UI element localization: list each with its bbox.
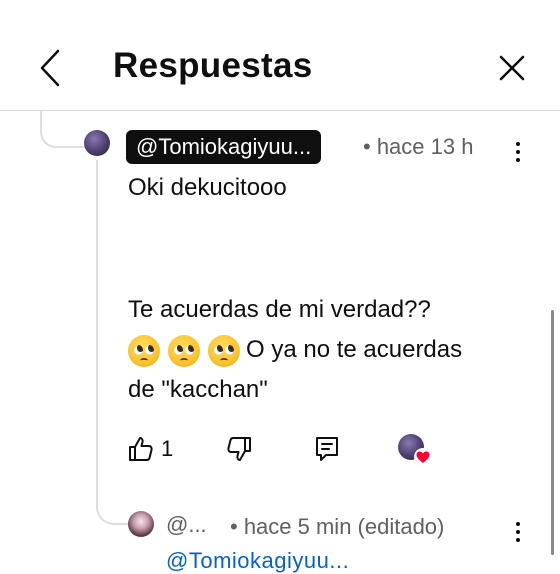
more-vertical-icon: [516, 522, 520, 526]
avatar[interactable]: [128, 511, 154, 537]
pleading-face-emoji: [208, 334, 240, 367]
close-icon: [499, 55, 525, 81]
reply-username[interactable]: @...: [166, 512, 207, 538]
avatar[interactable]: [84, 130, 110, 156]
thumbs-down-icon: [227, 437, 251, 461]
emoji-group: [128, 334, 240, 367]
page-title: Respuestas: [113, 46, 313, 85]
pleading-face-emoji: [128, 334, 160, 367]
more-options-button[interactable]: [508, 517, 528, 547]
header: Respuestas: [0, 0, 560, 111]
back-button[interactable]: [30, 46, 70, 90]
comment-text-line: de "kacchan": [128, 376, 268, 403]
pleading-face-emoji: [168, 334, 200, 367]
comment-timestamp: • hace 13 h: [363, 134, 474, 159]
reply-text-preview[interactable]: @Tomiokagiyuu...: [166, 548, 349, 574]
comment-text-line: O ya no te acuerdas: [128, 330, 462, 370]
like-count: 1: [161, 436, 174, 461]
reply-timestamp: • hace 5 min (editado): [230, 514, 445, 539]
thread-connector: [96, 160, 128, 525]
chevron-left-icon: [40, 49, 60, 87]
more-vertical-icon: [516, 142, 520, 146]
like-button[interactable]: [126, 434, 156, 464]
reply-icon: [316, 437, 338, 461]
comment-text-line: Te acuerdas de mi verdad??: [128, 296, 431, 323]
thumbs-up-icon: [129, 437, 153, 461]
scrollbar[interactable]: [551, 310, 554, 555]
comment-username[interactable]: @Tomiokagiyuu...: [126, 130, 322, 164]
heart-icon: [414, 448, 432, 466]
comment-text-line: Oki dekucitooo: [128, 174, 287, 201]
reply-button[interactable]: [312, 434, 342, 464]
close-button[interactable]: [490, 46, 534, 90]
comment-text-fragment: O ya no te acuerdas: [246, 336, 463, 363]
more-options-button[interactable]: [508, 137, 528, 167]
dislike-button[interactable]: [224, 434, 254, 464]
